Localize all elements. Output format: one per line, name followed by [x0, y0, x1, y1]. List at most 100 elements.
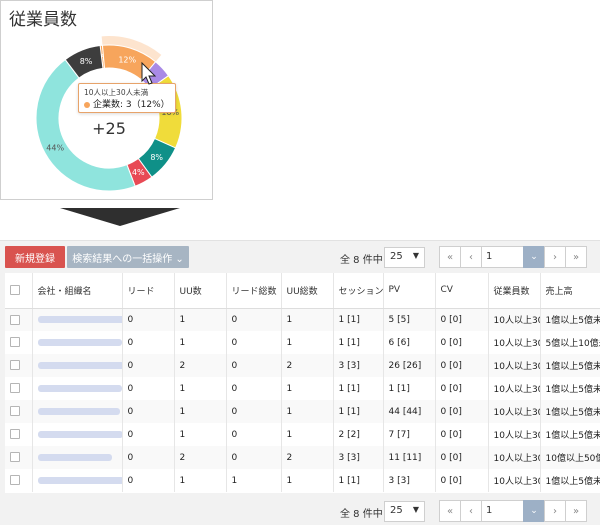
- column-header[interactable]: CV: [435, 273, 489, 309]
- column-header[interactable]: リード: [122, 273, 175, 309]
- company-name-cell[interactable]: [32, 308, 123, 331]
- per-page-value: 25: [390, 505, 403, 516]
- table-row[interactable]: 01111 [1]3 [3]0 [0]10人以上30人未満1億以上5億未満: [5, 469, 600, 492]
- per-page-select-top[interactable]: 25 ▼: [384, 247, 425, 268]
- row-checkbox[interactable]: [10, 452, 20, 463]
- per-page-select-bottom[interactable]: 25 ▼: [384, 501, 425, 522]
- table-cell: 1: [174, 331, 227, 354]
- table-row[interactable]: 01011 [1]1 [1]0 [0]10人以上30人未満1億以上5億未満: [5, 377, 600, 400]
- column-header[interactable]: 売上高: [540, 273, 600, 309]
- table-cell: 10人以上30人未満: [488, 469, 541, 492]
- table-cell: 2: [174, 354, 227, 377]
- table-cell: 2: [281, 354, 334, 377]
- table-cell: 1億以上5億未満: [540, 354, 600, 377]
- company-name-link[interactable]: [37, 476, 121, 484]
- row-checkbox[interactable]: [10, 314, 20, 325]
- pagination-top: « ‹ 1 ⌄ › »: [439, 246, 587, 268]
- table-cell: 0: [122, 469, 175, 492]
- row-checkbox[interactable]: [10, 337, 20, 348]
- row-checkbox[interactable]: [10, 475, 20, 486]
- new-register-button[interactable]: 新規登録: [5, 246, 65, 268]
- table-cell: 0 [0]: [435, 423, 489, 446]
- table-cell: 11 [11]: [383, 446, 436, 469]
- chart-tooltip: 10人以上30人未満 企業数: 3（12%）: [78, 83, 176, 113]
- row-select-cell: [5, 423, 33, 446]
- table-cell: 1: [174, 400, 227, 423]
- column-header[interactable]: UU総数: [281, 273, 334, 309]
- company-name-cell[interactable]: [32, 354, 123, 377]
- page-dropdown-button[interactable]: ⌄: [523, 500, 545, 522]
- table-cell: 0: [226, 446, 282, 469]
- results-panel: 新規登録 検索結果への一括操作 ⌄ 全 8 件中 / 25 ▼ « ‹ 1 ⌄ …: [0, 240, 600, 525]
- table-cell: 0 [0]: [435, 377, 489, 400]
- tooltip-dot-icon: [84, 102, 90, 108]
- company-name-link[interactable]: [37, 361, 121, 369]
- row-select-cell: [5, 446, 33, 469]
- column-header[interactable]: PV: [383, 273, 436, 309]
- company-name-cell[interactable]: [32, 331, 123, 354]
- company-name-link[interactable]: [37, 407, 120, 415]
- select-all-checkbox[interactable]: [10, 285, 20, 295]
- table-cell: 3 [3]: [333, 354, 384, 377]
- table-cell: 5億以上10億未満: [540, 331, 600, 354]
- row-checkbox[interactable]: [10, 406, 20, 417]
- table-body: 01011 [1]5 [5]0 [0]10人以上30人未満1億以上5億未満010…: [5, 308, 600, 492]
- table-cell: 0 [0]: [435, 331, 489, 354]
- table-cell: 10人以上30人未満: [488, 446, 541, 469]
- column-header[interactable]: UU数: [174, 273, 227, 309]
- column-header[interactable]: 会社・組織名: [32, 273, 123, 309]
- company-name-cell[interactable]: [32, 400, 123, 423]
- table-cell: 1億以上5億未満: [540, 377, 600, 400]
- last-page-button[interactable]: »: [565, 500, 587, 522]
- table-cell: 0 [0]: [435, 446, 489, 469]
- table-row[interactable]: 01011 [1]6 [6]0 [0]10人以上30人未満5億以上10億未満: [5, 331, 600, 354]
- table-cell: 0: [122, 308, 175, 331]
- row-checkbox[interactable]: [10, 360, 20, 371]
- table-cell: 1 [1]: [333, 377, 384, 400]
- table-cell: 1: [174, 308, 227, 331]
- table-cell: 3 [3]: [333, 446, 384, 469]
- page-dropdown-button[interactable]: ⌄: [523, 246, 545, 268]
- table-cell: 0: [226, 331, 282, 354]
- last-page-button[interactable]: »: [565, 246, 587, 268]
- company-name-cell[interactable]: [32, 423, 123, 446]
- company-name-link[interactable]: [37, 315, 121, 323]
- table-cell: 1: [174, 469, 227, 492]
- page-input[interactable]: 1: [481, 246, 524, 268]
- column-header[interactable]: リード総数: [226, 273, 282, 309]
- bulk-action-button[interactable]: 検索結果への一括操作 ⌄: [67, 246, 189, 268]
- table-cell: 1 [1]: [383, 377, 436, 400]
- prev-page-button[interactable]: ‹: [460, 500, 482, 522]
- first-page-button[interactable]: «: [439, 500, 461, 522]
- table-row[interactable]: 01012 [2]7 [7]0 [0]10人以上30人未満1億以上5億未満: [5, 423, 600, 446]
- row-checkbox[interactable]: [10, 429, 20, 440]
- tooltip-value: 企業数: 3（12%）: [93, 100, 170, 110]
- company-name-cell[interactable]: [32, 469, 123, 492]
- table-cell: 1: [281, 308, 334, 331]
- page-input[interactable]: 1: [481, 500, 524, 522]
- table-row[interactable]: 02023 [3]11 [11]0 [0]10人以上30人未満10億以上50億未…: [5, 446, 600, 469]
- chevron-down-icon: ▼: [412, 251, 419, 260]
- table-cell: 10人以上30人未満: [488, 308, 541, 331]
- company-name-link[interactable]: [37, 430, 121, 438]
- column-header[interactable]: セッション: [333, 273, 384, 309]
- company-name-cell[interactable]: [32, 446, 123, 469]
- table-row[interactable]: 02023 [3]26 [26]0 [0]10人以上30人未満1億以上5億未満: [5, 354, 600, 377]
- company-name-cell[interactable]: [32, 377, 123, 400]
- table-cell: 0 [0]: [435, 354, 489, 377]
- table-row[interactable]: 01011 [1]44 [44]0 [0]10人以上30人未満1億以上5億未満: [5, 400, 600, 423]
- table-cell: 0: [226, 400, 282, 423]
- prev-page-button[interactable]: ‹: [460, 246, 482, 268]
- next-page-button[interactable]: ›: [544, 500, 566, 522]
- first-page-button[interactable]: «: [439, 246, 461, 268]
- table-cell: 44 [44]: [383, 400, 436, 423]
- row-checkbox[interactable]: [10, 383, 20, 394]
- column-header[interactable]: 従業員数: [488, 273, 541, 309]
- company-name-link[interactable]: [37, 338, 121, 346]
- chevron-down-icon: ▼: [412, 505, 419, 514]
- next-page-button[interactable]: ›: [544, 246, 566, 268]
- table-row[interactable]: 01011 [1]5 [5]0 [0]10人以上30人未満1億以上5億未満: [5, 308, 600, 331]
- table-cell: 2: [281, 446, 334, 469]
- company-name-link[interactable]: [37, 384, 121, 392]
- company-name-link[interactable]: [37, 453, 112, 461]
